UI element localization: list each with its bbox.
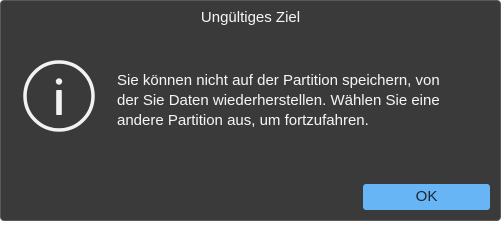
dialog-title: Ungültiges Ziel xyxy=(200,9,301,26)
dialog-message: Sie können nicht auf der Partition speic… xyxy=(117,71,487,131)
message-line-1: Sie können nicht auf der Partition speic… xyxy=(117,72,440,89)
message-line-2: der Sie Daten wiederherstellen. Wählen S… xyxy=(117,92,440,109)
message-line-3: andere Partition aus, um fortzufahren. xyxy=(117,112,369,129)
info-icon xyxy=(23,60,95,132)
invalid-target-dialog: Ungültiges Ziel Sie können nicht auf der… xyxy=(0,0,501,221)
ok-button[interactable]: OK xyxy=(363,184,490,210)
